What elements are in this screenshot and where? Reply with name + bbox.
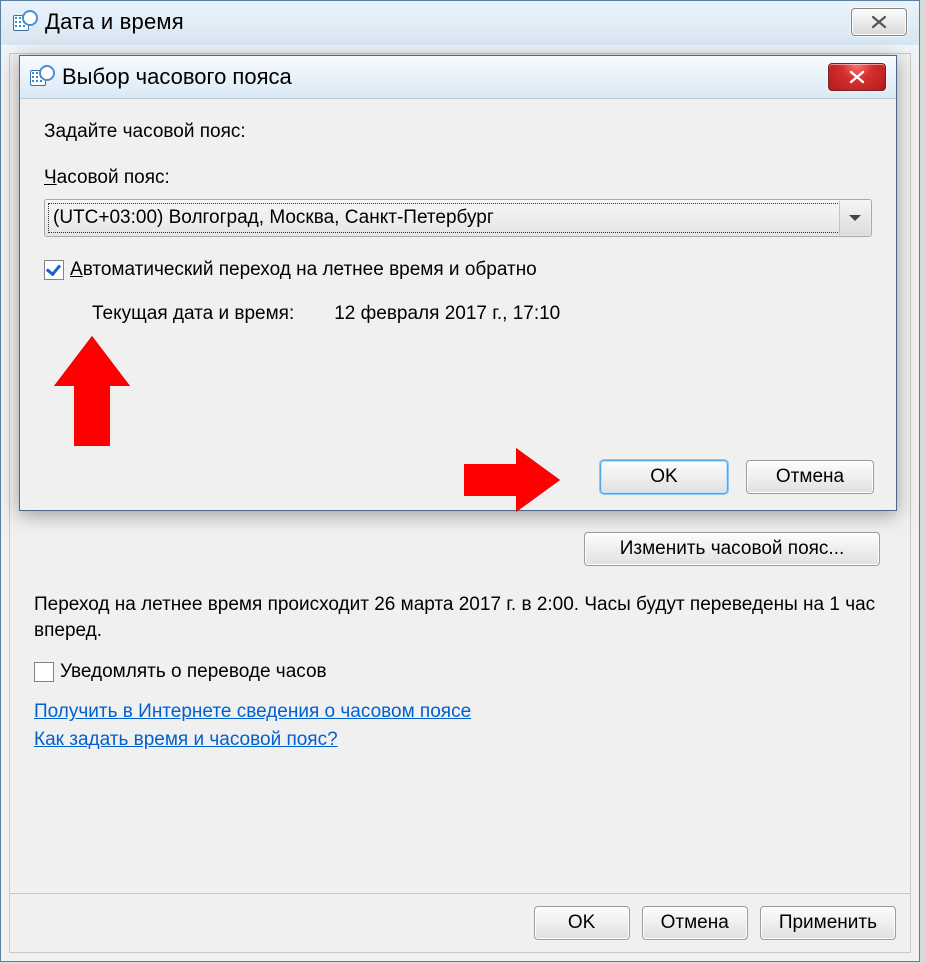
modal-title: Выбор часового пояса bbox=[62, 64, 292, 90]
notify-checkbox[interactable] bbox=[34, 662, 54, 682]
modal-prompt: Задайте часовой пояс: bbox=[44, 121, 872, 143]
change-timezone-button[interactable]: Изменить часовой пояс... bbox=[584, 532, 880, 566]
auto-dst-checkbox[interactable] bbox=[44, 260, 64, 280]
auto-dst-label: Автоматический переход на летнее время и… bbox=[70, 259, 537, 281]
window-title: Дата и время bbox=[45, 1, 184, 43]
annotation-arrow-up bbox=[54, 336, 130, 446]
dst-info-text: Переход на летнее время происходит 26 ма… bbox=[34, 592, 886, 643]
notify-checkbox-label: Уведомлять о переводе часов bbox=[60, 661, 327, 683]
cancel-button-outer[interactable]: Отмена bbox=[642, 906, 748, 940]
current-datetime-value: 12 февраля 2017 г., 17:10 bbox=[334, 303, 560, 325]
datetime-icon bbox=[13, 11, 35, 33]
modal-footer: OK Отмена bbox=[20, 444, 896, 510]
window-date-and-time: Дата и время Изменить часовой пояс... Пе… bbox=[0, 0, 920, 962]
notify-checkbox-row: Уведомлять о переводе часов bbox=[34, 661, 886, 683]
chevron-down-icon bbox=[839, 201, 870, 235]
current-datetime-label: Текущая дата и время: bbox=[92, 303, 294, 325]
close-icon bbox=[870, 15, 888, 29]
modal-body: Задайте часовой пояс: Часовой пояс: (UTC… bbox=[20, 99, 896, 325]
titlebar-outer: Дата и время bbox=[1, 1, 919, 43]
timezone-combobox[interactable]: (UTC+03:00) Волгоград, Москва, Санкт-Пет… bbox=[44, 199, 872, 237]
link-how-to-set-time[interactable]: Как задать время и часовой пояс? bbox=[34, 729, 338, 751]
close-icon bbox=[848, 70, 866, 84]
timezone-selected-value: (UTC+03:00) Волгоград, Москва, Санкт-Пет… bbox=[53, 207, 494, 229]
outer-footer: OK Отмена Применить bbox=[10, 893, 910, 952]
auto-dst-row: Автоматический переход на летнее время и… bbox=[44, 259, 872, 281]
cancel-button-modal[interactable]: Отмена bbox=[746, 460, 874, 494]
current-datetime-row: Текущая дата и время: 12 февраля 2017 г.… bbox=[44, 303, 872, 325]
combo-label: Часовой пояс: bbox=[44, 167, 872, 189]
close-button-outer[interactable] bbox=[851, 8, 907, 36]
ok-button-modal[interactable]: OK bbox=[600, 460, 728, 494]
ok-button-outer[interactable]: OK bbox=[534, 906, 630, 940]
annotation-arrow-right bbox=[464, 448, 560, 512]
apply-button-outer[interactable]: Применить bbox=[760, 906, 896, 940]
lower-content: Изменить часовой пояс... Переход на летн… bbox=[34, 532, 886, 757]
link-timezone-online[interactable]: Получить в Интернете сведения о часовом … bbox=[34, 701, 471, 723]
dialog-select-timezone: Выбор часового пояса Задайте часовой поя… bbox=[19, 55, 897, 511]
close-button-modal[interactable] bbox=[828, 63, 886, 91]
titlebar-modal: Выбор часового пояса bbox=[20, 56, 896, 99]
datetime-icon bbox=[30, 66, 52, 88]
